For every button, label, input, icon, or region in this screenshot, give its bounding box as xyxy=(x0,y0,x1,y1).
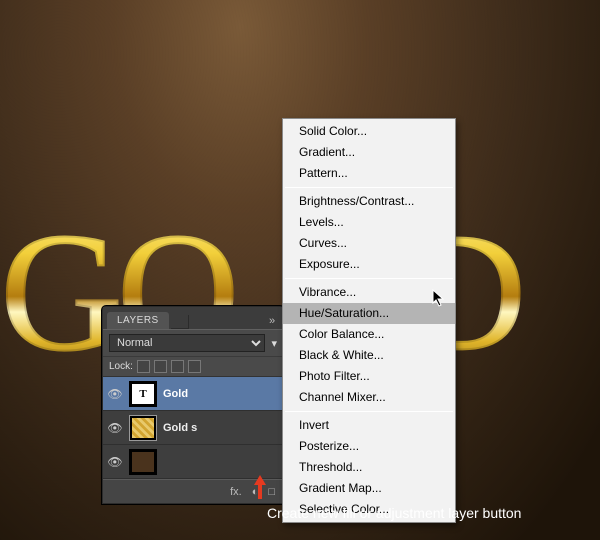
visibility-icon[interactable]: 👁 xyxy=(107,387,123,401)
menu-item-photo-filter[interactable]: Photo Filter... xyxy=(283,366,455,387)
annotation-caption: Create new fill or adjustment layer butt… xyxy=(267,505,521,521)
mask-button[interactable]: □ xyxy=(268,486,275,498)
layer-thumbnail[interactable] xyxy=(129,415,157,441)
lock-all-button[interactable] xyxy=(188,360,201,373)
menu-separator xyxy=(285,187,453,188)
blend-mode-row: Normal ▾ xyxy=(103,329,283,357)
menu-item-black-white[interactable]: Black & White... xyxy=(283,345,455,366)
lock-label: Lock: xyxy=(109,361,133,372)
lock-pixels-button[interactable] xyxy=(154,360,167,373)
lock-row: Lock: xyxy=(103,357,283,377)
layer-name-label: Gold s xyxy=(163,422,197,434)
menu-item-color-balance[interactable]: Color Balance... xyxy=(283,324,455,345)
menu-item-levels[interactable]: Levels... xyxy=(283,212,455,233)
layer-row[interactable]: 👁 T Gold xyxy=(103,377,283,411)
panel-tab-bar: LAYERS » xyxy=(103,307,283,329)
collapsed-tab[interactable] xyxy=(171,315,189,329)
menu-item-brightness-contrast[interactable]: Brightness/Contrast... xyxy=(283,191,455,212)
dropdown-icon: ▾ xyxy=(271,337,277,350)
layer-thumbnail[interactable]: T xyxy=(129,381,157,407)
menu-item-threshold[interactable]: Threshold... xyxy=(283,457,455,478)
panel-menu-icon[interactable]: » xyxy=(265,315,279,329)
menu-item-pattern[interactable]: Pattern... xyxy=(283,163,455,184)
panel-bottom-toolbar: fx. ◐ □ xyxy=(103,479,283,503)
layers-tab[interactable]: LAYERS xyxy=(107,312,169,329)
visibility-icon[interactable]: 👁 xyxy=(107,421,123,435)
menu-item-hue-saturation[interactable]: Hue/Saturation... xyxy=(283,303,455,324)
layer-row[interactable]: 👁 Gold s xyxy=(103,411,283,445)
fx-button[interactable]: fx. xyxy=(230,486,242,498)
menu-item-vibrance[interactable]: Vibrance... xyxy=(283,282,455,303)
menu-item-gradient[interactable]: Gradient... xyxy=(283,142,455,163)
menu-item-channel-mixer[interactable]: Channel Mixer... xyxy=(283,387,455,408)
layer-name-label: Gold xyxy=(163,388,188,400)
menu-item-curves[interactable]: Curves... xyxy=(283,233,455,254)
menu-item-posterize[interactable]: Posterize... xyxy=(283,436,455,457)
menu-item-solid-color[interactable]: Solid Color... xyxy=(283,121,455,142)
blend-mode-select[interactable]: Normal xyxy=(109,334,265,352)
adjustment-context-menu: Solid Color... Gradient... Pattern... Br… xyxy=(282,118,456,523)
visibility-icon[interactable]: 👁 xyxy=(107,455,123,469)
layer-row[interactable]: 👁 xyxy=(103,445,283,479)
layer-list: 👁 T Gold 👁 Gold s 👁 xyxy=(103,377,283,479)
menu-item-gradient-map[interactable]: Gradient Map... xyxy=(283,478,455,499)
adjustment-layer-button[interactable]: ◐ xyxy=(252,486,259,498)
layer-thumbnail[interactable] xyxy=(129,449,157,475)
lock-position-button[interactable] xyxy=(171,360,184,373)
menu-item-invert[interactable]: Invert xyxy=(283,415,455,436)
menu-item-exposure[interactable]: Exposure... xyxy=(283,254,455,275)
menu-separator xyxy=(285,411,453,412)
menu-separator xyxy=(285,278,453,279)
lock-transparency-button[interactable] xyxy=(137,360,150,373)
layers-panel: LAYERS » Normal ▾ Lock: 👁 T Gold 👁 Gold … xyxy=(102,306,284,504)
